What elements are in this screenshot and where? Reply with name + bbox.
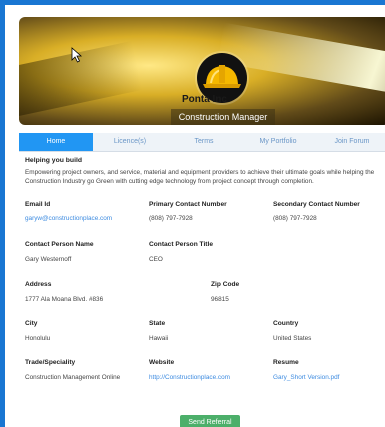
company-role: Construction Manager xyxy=(171,109,275,125)
email-label: Email Id xyxy=(25,201,51,208)
website-label: Website xyxy=(149,359,175,366)
trade-value: Construction Management Online xyxy=(25,374,121,381)
country-label: Country xyxy=(273,320,299,327)
address-value: 1777 Ala Moana Blvd. #836 xyxy=(25,296,104,303)
tab-join-forum[interactable]: Join Forum xyxy=(315,133,385,151)
zip-value: 96815 xyxy=(211,296,229,303)
resume-label: Resume xyxy=(273,359,299,366)
country-value: United States xyxy=(273,335,312,342)
mouse-cursor-icon xyxy=(71,47,83,63)
send-referral-button[interactable]: Send Referral xyxy=(180,415,240,427)
contact-title-value: CEO xyxy=(149,256,163,263)
section-description: Empowering project owners, and service, … xyxy=(25,169,375,185)
secondary-phone-label: Secondary Contact Number xyxy=(273,201,360,208)
tab-portfolio[interactable]: My Portfolio xyxy=(241,133,315,151)
website-link[interactable]: http://Constructionplace.com xyxy=(149,374,230,381)
company-name: Ponta Inc xyxy=(181,94,227,105)
secondary-phone-value: (808) 797-7928 xyxy=(273,215,317,222)
trade-label: Trade/Speciality xyxy=(25,359,76,366)
contact-name-label: Contact Person Name xyxy=(25,241,94,248)
resume-link[interactable]: Gary_Short Version.pdf xyxy=(273,374,339,381)
city-label: City xyxy=(25,320,38,327)
email-value[interactable]: garyw@constructionplace.com xyxy=(25,215,112,222)
tab-licences[interactable]: Licence(s) xyxy=(93,133,167,151)
city-value: Honolulu xyxy=(25,335,51,342)
contact-title-label: Contact Person Title xyxy=(149,241,213,248)
address-label: Address xyxy=(25,281,52,288)
state-value: Hawaii xyxy=(149,335,169,342)
profile-tabs: Home Licence(s) Terms My Portfolio Join … xyxy=(19,133,385,152)
primary-phone-value: (808) 797-7928 xyxy=(149,215,193,222)
profile-content: Helping you build Empowering project own… xyxy=(25,157,385,186)
section-title: Helping you build xyxy=(25,157,83,164)
primary-phone-label: Primary Contact Number xyxy=(149,201,227,208)
profile-banner: Ponta Inc Construction Manager xyxy=(19,17,385,125)
tab-terms[interactable]: Terms xyxy=(167,133,241,151)
contact-name-value: Gary Westernoff xyxy=(25,256,72,263)
state-label: State xyxy=(149,320,166,327)
tab-home[interactable]: Home xyxy=(19,133,93,151)
profile-card: Ponta Inc Construction Manager Home Lice… xyxy=(5,5,385,427)
zip-label: Zip Code xyxy=(211,281,240,288)
